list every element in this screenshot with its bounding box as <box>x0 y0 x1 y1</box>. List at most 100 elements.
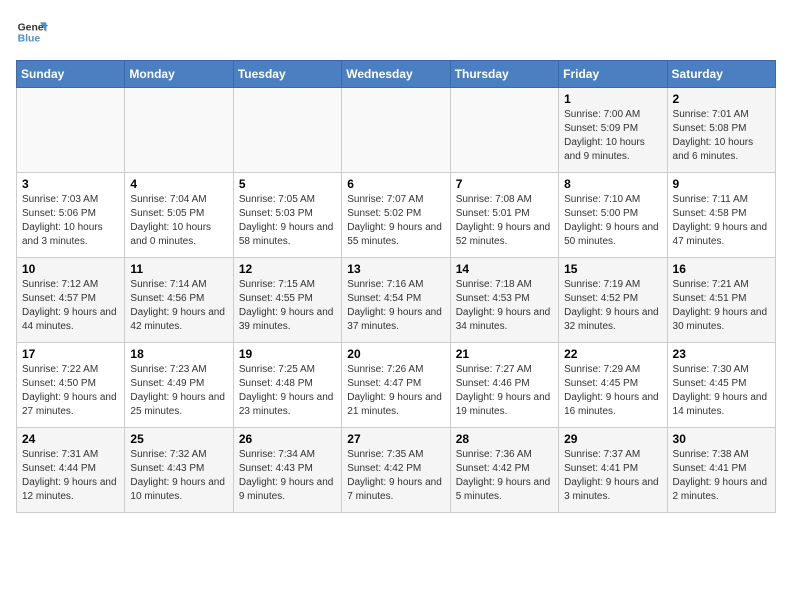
calendar-cell: 22 Sunrise: 7:29 AM Sunset: 4:45 PM Dayli… <box>559 343 667 428</box>
day-number: 4 <box>130 177 227 191</box>
calendar-cell: 18 Sunrise: 7:23 AM Sunset: 4:49 PM Dayli… <box>125 343 233 428</box>
day-number: 5 <box>239 177 336 191</box>
day-number: 18 <box>130 347 227 361</box>
day-info: Sunrise: 7:22 AM Sunset: 4:50 PM Dayligh… <box>22 363 119 419</box>
day-info: Sunrise: 7:03 AM Sunset: 5:06 PM Dayligh… <box>22 193 119 249</box>
day-info: Sunrise: 7:16 AM Sunset: 4:54 PM Dayligh… <box>347 278 444 334</box>
calendar-cell: 25 Sunrise: 7:32 AM Sunset: 4:43 PM Dayli… <box>125 428 233 513</box>
day-info: Sunrise: 7:35 AM Sunset: 4:42 PM Dayligh… <box>347 448 444 504</box>
calendar-cell: 17 Sunrise: 7:22 AM Sunset: 4:50 PM Dayli… <box>17 343 125 428</box>
calendar-cell: 4 Sunrise: 7:04 AM Sunset: 5:05 PM Daylig… <box>125 173 233 258</box>
day-info: Sunrise: 7:30 AM Sunset: 4:45 PM Dayligh… <box>673 363 770 419</box>
day-number: 7 <box>456 177 553 191</box>
day-info: Sunrise: 7:18 AM Sunset: 4:53 PM Dayligh… <box>456 278 553 334</box>
day-info: Sunrise: 7:15 AM Sunset: 4:55 PM Dayligh… <box>239 278 336 334</box>
day-number: 23 <box>673 347 770 361</box>
calendar-cell <box>342 88 450 173</box>
calendar-cell: 15Sunrise: 7:19 AM Sunset: 4:52 PM Dayli… <box>559 258 667 343</box>
day-info: Sunrise: 7:01 AM Sunset: 5:08 PM Dayligh… <box>673 108 770 164</box>
day-number: 27 <box>347 432 444 446</box>
calendar-cell: 3 Sunrise: 7:03 AM Sunset: 5:06 PM Daylig… <box>17 173 125 258</box>
calendar-cell: 5 Sunrise: 7:05 AM Sunset: 5:03 PM Daylig… <box>233 173 341 258</box>
day-number: 22 <box>564 347 661 361</box>
day-info: Sunrise: 7:26 AM Sunset: 4:47 PM Dayligh… <box>347 363 444 419</box>
day-info: Sunrise: 7:23 AM Sunset: 4:49 PM Dayligh… <box>130 363 227 419</box>
day-info: Sunrise: 7:08 AM Sunset: 5:01 PM Dayligh… <box>456 193 553 249</box>
calendar-cell: 7 Sunrise: 7:08 AM Sunset: 5:01 PM Daylig… <box>450 173 558 258</box>
day-info: Sunrise: 7:25 AM Sunset: 4:48 PM Dayligh… <box>239 363 336 419</box>
day-info: Sunrise: 7:05 AM Sunset: 5:03 PM Dayligh… <box>239 193 336 249</box>
day-number: 14 <box>456 262 553 276</box>
day-info: Sunrise: 7:31 AM Sunset: 4:44 PM Dayligh… <box>22 448 119 504</box>
day-info: Sunrise: 7:00 AM Sunset: 5:09 PM Dayligh… <box>564 108 661 164</box>
day-header-sunday: Sunday <box>17 61 125 88</box>
calendar-cell: 9 Sunrise: 7:11 AM Sunset: 4:58 PM Daylig… <box>667 173 775 258</box>
day-info: Sunrise: 7:36 AM Sunset: 4:42 PM Dayligh… <box>456 448 553 504</box>
day-number: 10 <box>22 262 119 276</box>
day-info: Sunrise: 7:11 AM Sunset: 4:58 PM Dayligh… <box>673 193 770 249</box>
calendar-table: SundayMondayTuesdayWednesdayThursdayFrid… <box>16 60 776 513</box>
calendar-cell: 26 Sunrise: 7:34 AM Sunset: 4:43 PM Dayli… <box>233 428 341 513</box>
day-number: 6 <box>347 177 444 191</box>
day-header-friday: Friday <box>559 61 667 88</box>
calendar-cell: 19 Sunrise: 7:25 AM Sunset: 4:48 PM Dayli… <box>233 343 341 428</box>
day-info: Sunrise: 7:10 AM Sunset: 5:00 PM Dayligh… <box>564 193 661 249</box>
calendar-cell: 21 Sunrise: 7:27 AM Sunset: 4:46 PM Dayli… <box>450 343 558 428</box>
day-info: Sunrise: 7:29 AM Sunset: 4:45 PM Dayligh… <box>564 363 661 419</box>
svg-text:Blue: Blue <box>18 34 41 45</box>
calendar-cell <box>17 88 125 173</box>
day-number: 19 <box>239 347 336 361</box>
calendar-cell: 13 Sunrise: 7:16 AM Sunset: 4:54 PM Dayli… <box>342 258 450 343</box>
calendar-cell: 6 Sunrise: 7:07 AM Sunset: 5:02 PM Daylig… <box>342 173 450 258</box>
day-number: 15 <box>564 262 661 276</box>
day-number: 17 <box>22 347 119 361</box>
day-info: Sunrise: 7:37 AM Sunset: 4:41 PM Dayligh… <box>564 448 661 504</box>
logo: General Blue <box>16 16 48 48</box>
day-header-saturday: Saturday <box>667 61 775 88</box>
day-info: Sunrise: 7:04 AM Sunset: 5:05 PM Dayligh… <box>130 193 227 249</box>
day-header-thursday: Thursday <box>450 61 558 88</box>
day-info: Sunrise: 7:07 AM Sunset: 5:02 PM Dayligh… <box>347 193 444 249</box>
calendar-cell: 16Sunrise: 7:21 AM Sunset: 4:51 PM Dayli… <box>667 258 775 343</box>
calendar-cell: 28 Sunrise: 7:36 AM Sunset: 4:42 PM Dayli… <box>450 428 558 513</box>
calendar-cell: 11 Sunrise: 7:14 AM Sunset: 4:56 PM Dayli… <box>125 258 233 343</box>
day-header-monday: Monday <box>125 61 233 88</box>
day-info: Sunrise: 7:14 AM Sunset: 4:56 PM Dayligh… <box>130 278 227 334</box>
day-info: Sunrise: 7:32 AM Sunset: 4:43 PM Dayligh… <box>130 448 227 504</box>
day-number: 25 <box>130 432 227 446</box>
logo-icon: General Blue <box>16 16 48 48</box>
day-number: 30 <box>673 432 770 446</box>
day-number: 9 <box>673 177 770 191</box>
calendar-cell: 27 Sunrise: 7:35 AM Sunset: 4:42 PM Dayli… <box>342 428 450 513</box>
day-number: 29 <box>564 432 661 446</box>
day-info: Sunrise: 7:27 AM Sunset: 4:46 PM Dayligh… <box>456 363 553 419</box>
day-number: 13 <box>347 262 444 276</box>
calendar-cell: 10 Sunrise: 7:12 AM Sunset: 4:57 PM Dayli… <box>17 258 125 343</box>
day-info: Sunrise: 7:12 AM Sunset: 4:57 PM Dayligh… <box>22 278 119 334</box>
day-number: 21 <box>456 347 553 361</box>
calendar-cell <box>233 88 341 173</box>
day-info: Sunrise: 7:34 AM Sunset: 4:43 PM Dayligh… <box>239 448 336 504</box>
day-number: 3 <box>22 177 119 191</box>
day-number: 26 <box>239 432 336 446</box>
calendar-cell: 12 Sunrise: 7:15 AM Sunset: 4:55 PM Dayli… <box>233 258 341 343</box>
calendar-cell: 20 Sunrise: 7:26 AM Sunset: 4:47 PM Dayli… <box>342 343 450 428</box>
calendar-cell: 23 Sunrise: 7:30 AM Sunset: 4:45 PM Dayli… <box>667 343 775 428</box>
day-number: 28 <box>456 432 553 446</box>
day-number: 2 <box>673 92 770 106</box>
calendar-cell: 30Sunrise: 7:38 AM Sunset: 4:41 PM Dayli… <box>667 428 775 513</box>
day-number: 16 <box>673 262 770 276</box>
calendar-cell: 2 Sunrise: 7:01 AM Sunset: 5:08 PM Daylig… <box>667 88 775 173</box>
day-number: 11 <box>130 262 227 276</box>
day-number: 8 <box>564 177 661 191</box>
page-header: General Blue <box>16 16 776 48</box>
calendar-cell: 14 Sunrise: 7:18 AM Sunset: 4:53 PM Dayli… <box>450 258 558 343</box>
calendar-cell: 1Sunrise: 7:00 AM Sunset: 5:09 PM Daylig… <box>559 88 667 173</box>
day-number: 24 <box>22 432 119 446</box>
day-number: 12 <box>239 262 336 276</box>
calendar-cell: 24 Sunrise: 7:31 AM Sunset: 4:44 PM Dayli… <box>17 428 125 513</box>
day-header-tuesday: Tuesday <box>233 61 341 88</box>
day-number: 20 <box>347 347 444 361</box>
calendar-cell <box>450 88 558 173</box>
calendar-cell: 29 Sunrise: 7:37 AM Sunset: 4:41 PM Dayli… <box>559 428 667 513</box>
